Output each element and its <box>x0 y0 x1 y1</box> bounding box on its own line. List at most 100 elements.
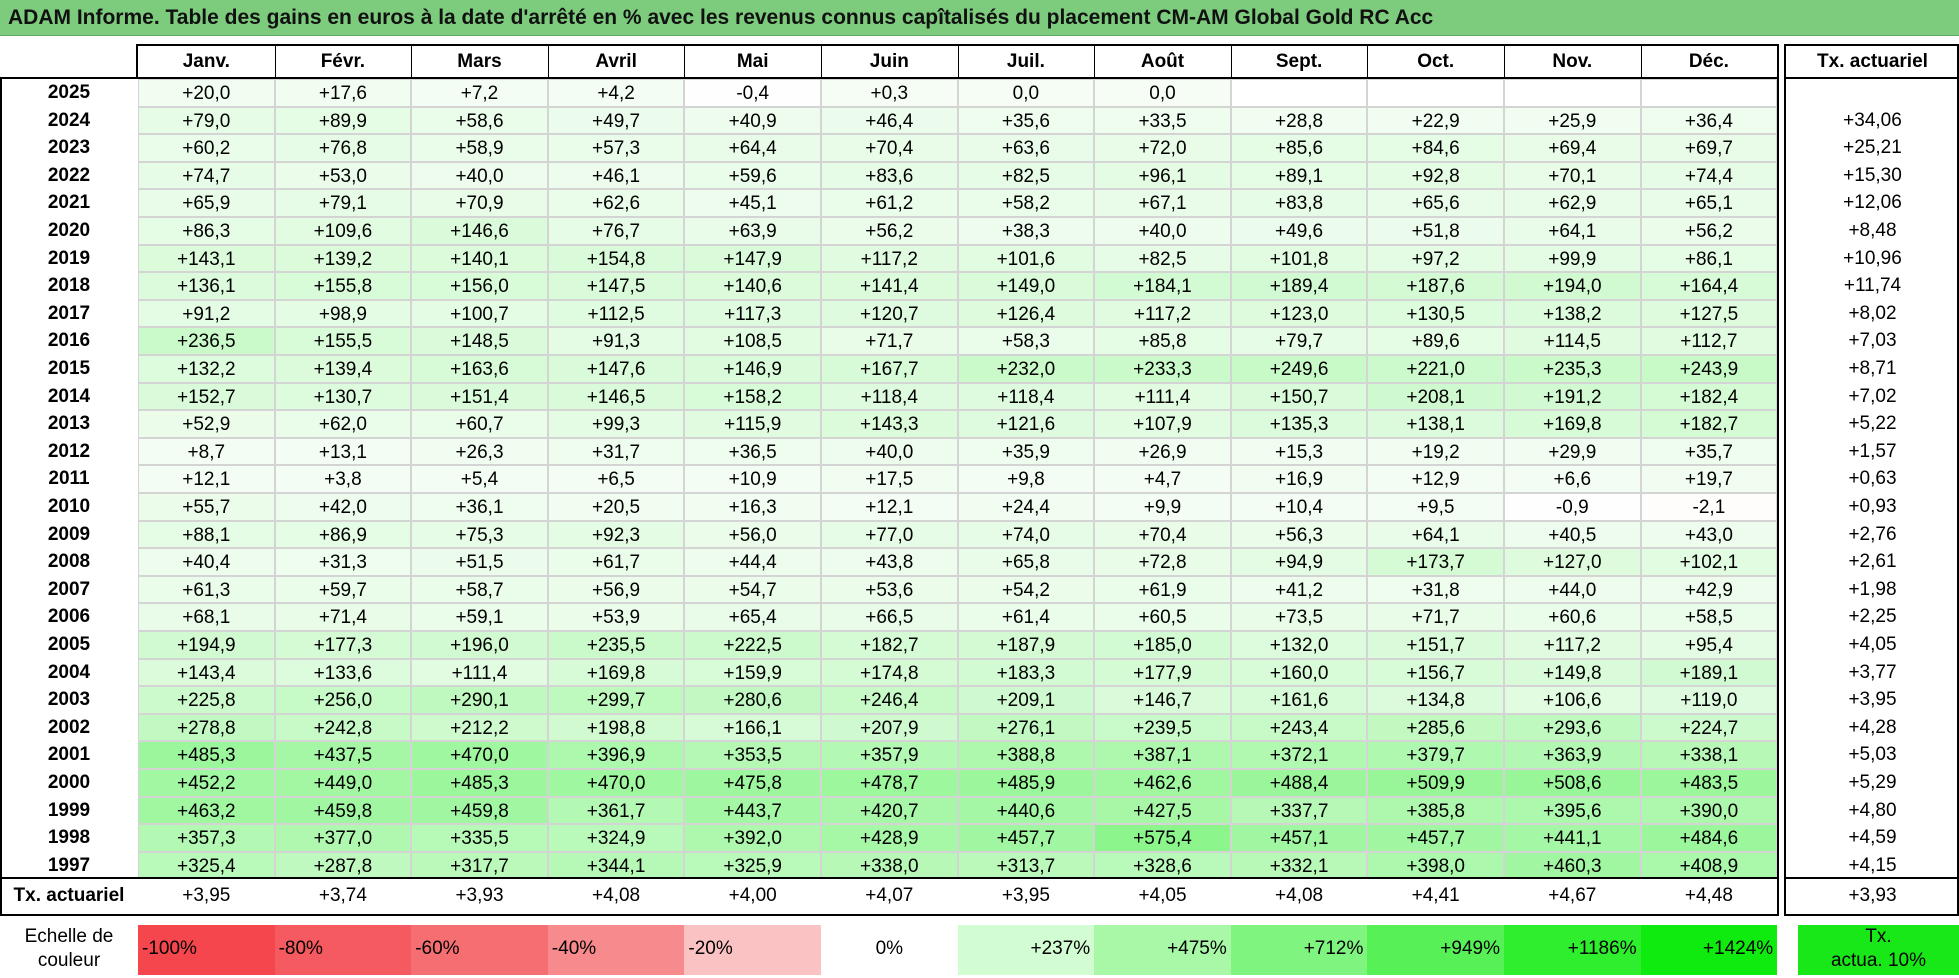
rate-cell: +5,22 <box>1848 413 1897 435</box>
table-cell: +146,6 <box>411 217 548 245</box>
table-cell: +51,5 <box>411 548 548 576</box>
table-cell: +40,4 <box>138 548 275 576</box>
table-cell: +45,1 <box>684 189 821 217</box>
table-cell: -0,9 <box>1504 493 1641 521</box>
table-cell: +36,4 <box>1640 106 1778 135</box>
table-cell: +146,9 <box>684 355 821 383</box>
table-cell: +88,1 <box>138 520 275 549</box>
table-cell: +287,8 <box>274 851 412 880</box>
table-cell: +112,7 <box>1640 327 1778 355</box>
table-cell: +191,2 <box>1504 382 1641 411</box>
year-label: 2008 <box>47 551 91 573</box>
table-cell: +55,7 <box>138 493 275 521</box>
table-cell: +177,9 <box>1094 658 1231 687</box>
table-cell: 0,0 <box>1094 79 1231 107</box>
rate-cell: +4,28 <box>1848 716 1897 738</box>
year-label: 2012 <box>47 440 91 462</box>
table-cell: +117,2 <box>821 244 958 273</box>
table-cell: +94,9 <box>1230 548 1368 576</box>
table-cell: +89,9 <box>274 106 412 135</box>
table-cell: +82,5 <box>957 161 1095 190</box>
rate-cell: +25,21 <box>1843 137 1902 159</box>
table-cell: +183,3 <box>957 658 1095 687</box>
table-cell: +71,7 <box>1367 603 1504 631</box>
table-cell: +15,3 <box>1230 437 1368 466</box>
table-cell: +278,8 <box>138 713 275 742</box>
scale-swatch: +237% <box>957 925 1095 975</box>
table-cell: +89,6 <box>1367 327 1504 355</box>
table-cell: +119,0 <box>1640 686 1778 714</box>
table-cell: +361,7 <box>547 796 685 825</box>
table-cell: +51,8 <box>1367 217 1504 245</box>
table-cell: +148,5 <box>411 327 548 355</box>
table-cell: -0,4 <box>684 79 821 107</box>
table-cell: +59,1 <box>411 603 548 631</box>
table-cell: +38,3 <box>957 217 1095 245</box>
table-cell: +3,8 <box>274 465 412 493</box>
table-cell: +159,9 <box>684 658 821 687</box>
table-cell: +508,6 <box>1504 769 1641 797</box>
table-cell: +98,9 <box>274 299 412 328</box>
table-cell <box>1367 79 1504 107</box>
table-cell: +16,3 <box>684 493 821 521</box>
table-cell: +140,6 <box>684 272 821 300</box>
table-cell: +5,4 <box>411 465 548 493</box>
table-cell: +143,4 <box>138 658 275 687</box>
month-header: Oct. <box>1417 51 1455 72</box>
table-cell: +53,0 <box>274 161 412 190</box>
year-label: 1999 <box>47 799 91 821</box>
table-cell: +40,9 <box>684 106 821 135</box>
table-cell: +140,1 <box>411 244 548 273</box>
table-cell: +79,7 <box>1230 327 1368 355</box>
table-cell: +196,0 <box>411 631 548 659</box>
table-cell: +462,6 <box>1094 769 1231 797</box>
table-cell: +249,6 <box>1230 355 1368 383</box>
month-header: Déc. <box>1688 51 1729 72</box>
table-cell: +35,7 <box>1640 437 1778 466</box>
table-cell: +243,9 <box>1640 355 1778 383</box>
table-cell: +449,0 <box>274 769 412 797</box>
table-cell: +189,4 <box>1230 272 1368 300</box>
table-cell: +10,4 <box>1230 493 1368 521</box>
scale-rate-box: Tx. actua. 10% <box>1798 925 1959 975</box>
table-cell: +161,6 <box>1230 686 1368 714</box>
table-cell: +246,4 <box>821 686 958 714</box>
month-header: Sept. <box>1275 51 1323 72</box>
table-cell: +280,6 <box>684 686 821 714</box>
table-cell: +177,3 <box>274 631 412 659</box>
rate-cell: +15,30 <box>1843 164 1902 186</box>
table-cell: +73,5 <box>1230 603 1368 631</box>
table-cell: +49,6 <box>1230 217 1368 245</box>
table-cell: +62,0 <box>274 410 412 438</box>
table-cell: +377,0 <box>274 824 412 852</box>
year-label: 2004 <box>47 661 91 683</box>
table-cell: +363,9 <box>1504 741 1641 769</box>
month-header: Avril <box>595 51 637 72</box>
table-cell: +164,4 <box>1640 272 1778 300</box>
table-cell: +293,6 <box>1504 713 1641 742</box>
table-cell: +99,9 <box>1504 244 1641 273</box>
table-cell: +427,5 <box>1094 796 1231 825</box>
table-cell: +121,6 <box>957 410 1095 438</box>
table-cell: +4,7 <box>1094 465 1231 493</box>
table-cell: +58,9 <box>411 134 548 162</box>
table-cell: +488,4 <box>1230 769 1368 797</box>
table-cell: +56,2 <box>1640 217 1778 245</box>
table-cell: +58,6 <box>411 106 548 135</box>
table-cell: +452,2 <box>138 769 275 797</box>
scale-label-line: Echelle de <box>24 926 114 947</box>
footer-cell: +3,93 <box>455 885 504 906</box>
footer-cell: +4,00 <box>728 885 777 906</box>
table-cell: +120,7 <box>821 299 958 328</box>
rate-cell: +4,59 <box>1848 827 1897 849</box>
table-cell: +31,8 <box>1367 575 1504 604</box>
table-cell: +134,8 <box>1367 686 1504 714</box>
table-cell: +158,2 <box>684 382 821 411</box>
table-cell: +41,2 <box>1230 575 1368 604</box>
grid-line <box>0 77 1778 79</box>
rate-cell: +4,15 <box>1848 854 1897 876</box>
rate-cell: +8,71 <box>1848 358 1897 379</box>
rate-cell: +4,80 <box>1848 799 1897 821</box>
table-cell: +52,9 <box>138 410 275 438</box>
table-cell: +139,4 <box>274 355 412 383</box>
